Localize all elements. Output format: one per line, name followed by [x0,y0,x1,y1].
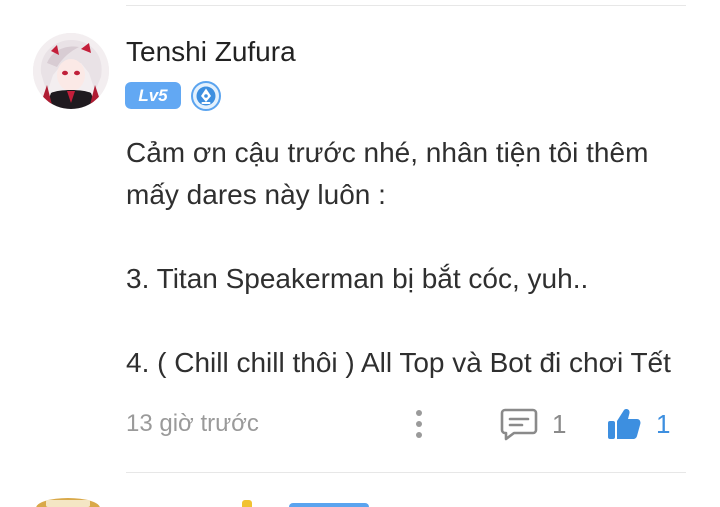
comment-line: 3. Titan Speakerman bị bắt cóc, yuh.. [126,263,589,294]
thumbs-up-icon [608,409,641,439]
fountain-pen-badge-icon [191,81,221,111]
avatar[interactable] [33,33,109,109]
comment-line: mấy dares này luôn : [126,179,386,210]
more-vertical-icon-dot [416,421,422,427]
more-options-button[interactable] [405,404,433,444]
divider-bottom [126,472,686,473]
level-badge: Lv5 [125,82,181,109]
comment-thread: Tenshi Zufura Lv5 Cảm ơn cậu trước nhé, … [0,0,720,507]
comment-timestamp: 13 giờ trước [126,410,259,437]
next-comment-mark-icon [242,500,252,507]
comment-body: Cảm ơn cậu trước nhé, nhân tiện tôi thêm… [126,132,706,384]
comment-line: Cảm ơn cậu trước nhé, nhân tiện tôi thêm [126,137,649,168]
next-comment-avatar-tag [46,500,90,507]
comment-icon [500,408,538,441]
like-button[interactable]: 1 [606,404,670,444]
next-comment-badge [289,503,369,507]
like-count: 1 [656,408,671,439]
more-vertical-icon [416,410,422,416]
comment-line: 4. ( Chill chill thôi ) All Top và Bot đ… [126,347,671,378]
reply-button[interactable]: 1 [500,404,566,444]
more-vertical-icon-dot [416,432,422,438]
author-name[interactable]: Tenshi Zufura [126,36,296,68]
avatar-image [33,33,109,109]
divider-top [126,5,686,6]
reply-count: 1 [552,408,567,439]
